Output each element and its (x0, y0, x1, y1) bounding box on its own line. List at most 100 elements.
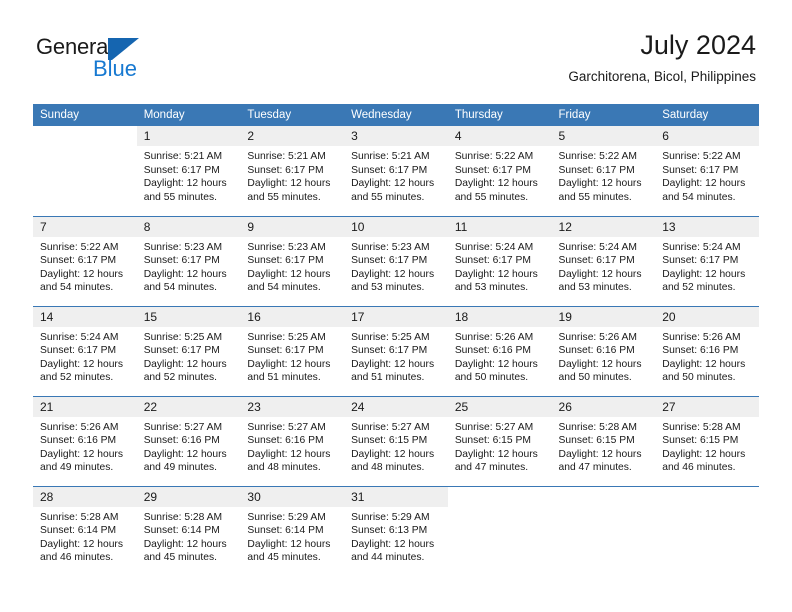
calendar-day-cell[interactable]: 11 Sunrise: 5:24 AM Sunset: 6:17 PM Dayligh… (447, 215, 552, 306)
calendar-cell-inner: 25 Sunrise: 5:27 AM Sunset: 6:15 PM Dayligh… (447, 396, 552, 486)
calendar-cell-inner: 16 Sunrise: 5:25 AM Sunset: 6:17 PM Dayligh… (240, 306, 345, 396)
calendar-cell-inner: 14 Sunrise: 5:24 AM Sunset: 6:17 PM Dayligh… (33, 306, 137, 396)
day-detail-sunrise: Sunrise: 5:27 AM (143, 421, 223, 433)
day-detail-sunrise: Sunrise: 5:21 AM (351, 151, 430, 162)
day-detail-sunrise: Sunrise: 5:23 AM (351, 241, 430, 253)
calendar-day-cell[interactable]: 15 Sunrise: 5:25 AM Sunset: 6:17 PM Dayligh… (136, 305, 241, 396)
day-details: Sunrise: 5:27 AM Sunset: 6:16 PM Daylight:… (240, 417, 344, 475)
day-detail-daylight2: and 53 minutes. (558, 282, 632, 294)
day-detail-daylight1: Daylight: 12 hours (247, 538, 331, 550)
day-detail-daylight2: and 49 minutes. (143, 462, 217, 474)
day-details: Sunrise: 5:22 AM Sunset: 6:17 PM Daylight:… (448, 146, 552, 204)
calendar-day-cell[interactable]: 20 Sunrise: 5:26 AM Sunset: 6:16 PM Dayligh… (655, 305, 759, 396)
day-detail-sunrise: Sunrise: 5:25 AM (143, 331, 223, 343)
calendar-day-cell[interactable]: 6 Sunrise: 5:22 AM Sunset: 6:17 PM Daylight… (655, 126, 759, 216)
calendar-day-cell[interactable]: 17 Sunrise: 5:25 AM Sunset: 6:17 PM Dayligh… (344, 305, 448, 396)
calendar-day-cell[interactable]: 21 Sunrise: 5:26 AM Sunset: 6:16 PM Dayligh… (33, 395, 137, 486)
calendar-page: General Blue July 2024 Garchitorena, Bic… (0, 0, 792, 612)
day-detail-daylight1: Daylight: 12 hours (143, 268, 227, 280)
calendar-day-cell[interactable]: 12 Sunrise: 5:24 AM Sunset: 6:17 PM Dayligh… (551, 215, 656, 306)
calendar-day-cell[interactable]: 10 Sunrise: 5:23 AM Sunset: 6:17 PM Dayligh… (344, 215, 448, 306)
day-detail-daylight2: and 53 minutes. (351, 282, 425, 294)
day-detail-sunset: Sunset: 6:17 PM (454, 164, 531, 176)
day-details: Sunrise: 5:24 AM Sunset: 6:17 PM Daylight:… (655, 237, 759, 295)
calendar-cell-inner: 18 Sunrise: 5:26 AM Sunset: 6:16 PM Dayligh… (447, 306, 552, 396)
calendar-day-cell[interactable]: 27 Sunrise: 5:28 AM Sunset: 6:15 PM Dayligh… (655, 395, 759, 486)
day-detail-daylight1: Daylight: 12 hours (662, 268, 746, 280)
calendar-day-cell[interactable]: 8 Sunrise: 5:23 AM Sunset: 6:17 PM Daylight… (136, 215, 241, 306)
day-number: 10 (344, 216, 448, 237)
day-detail-sunrise: Sunrise: 5:27 AM (247, 421, 326, 433)
day-detail-sunrise: Sunrise: 5:22 AM (662, 151, 741, 162)
calendar-cell-inner: 4 Sunrise: 5:22 AM Sunset: 6:17 PM Daylight… (447, 126, 552, 216)
day-number: 26 (551, 396, 656, 417)
day-detail-daylight2: and 45 minutes. (143, 552, 217, 564)
day-details: Sunrise: 5:23 AM Sunset: 6:17 PM Daylight:… (137, 237, 241, 295)
calendar-day-cell[interactable]: 5 Sunrise: 5:22 AM Sunset: 6:17 PM Daylight… (551, 126, 656, 216)
day-detail-daylight1: Daylight: 12 hours (143, 538, 227, 550)
day-detail-sunset: Sunset: 6:16 PM (40, 435, 117, 447)
calendar-cell-inner: 26 Sunrise: 5:28 AM Sunset: 6:15 PM Dayligh… (551, 396, 656, 486)
day-detail-sunrise: Sunrise: 5:28 AM (40, 511, 119, 523)
day-detail-daylight2: and 50 minutes. (662, 372, 736, 384)
day-number: 30 (240, 486, 345, 507)
day-detail-sunrise: Sunrise: 5:28 AM (558, 421, 637, 433)
calendar-cell-inner: 3 Sunrise: 5:21 AM Sunset: 6:17 PM Daylight… (344, 126, 448, 216)
day-number: 11 (447, 216, 552, 237)
day-detail-sunset: Sunset: 6:16 PM (143, 435, 220, 447)
calendar-day-cell[interactable]: 23 Sunrise: 5:27 AM Sunset: 6:16 PM Dayligh… (240, 395, 345, 486)
calendar-day-cell[interactable]: 24 Sunrise: 5:27 AM Sunset: 6:15 PM Dayligh… (344, 395, 448, 486)
day-details: Sunrise: 5:24 AM Sunset: 6:17 PM Daylight:… (448, 237, 552, 295)
page-subtitle: Garchitorena, Bicol, Philippines (568, 69, 756, 84)
calendar-day-cell[interactable]: 9 Sunrise: 5:23 AM Sunset: 6:17 PM Daylight… (240, 215, 345, 306)
day-detail-sunrise: Sunrise: 5:22 AM (40, 241, 119, 253)
calendar-day-cell[interactable]: 7 Sunrise: 5:22 AM Sunset: 6:17 PM Daylight… (33, 215, 137, 306)
calendar-day-cell[interactable]: 26 Sunrise: 5:28 AM Sunset: 6:15 PM Dayligh… (551, 395, 656, 486)
day-detail-sunrise: Sunrise: 5:24 AM (662, 241, 741, 253)
calendar-day-cell[interactable]: 22 Sunrise: 5:27 AM Sunset: 6:16 PM Dayligh… (136, 395, 241, 486)
general-blue-logo[interactable]: General Blue (36, 34, 166, 84)
calendar-cell-inner: 6 Sunrise: 5:22 AM Sunset: 6:17 PM Daylight… (655, 126, 759, 216)
page-header: General Blue July 2024 Garchitorena, Bic… (0, 0, 792, 103)
day-detail-sunrise: Sunrise: 5:26 AM (558, 331, 637, 343)
day-number: 23 (240, 396, 345, 417)
calendar-day-cell[interactable]: 19 Sunrise: 5:26 AM Sunset: 6:16 PM Dayligh… (551, 305, 656, 396)
calendar-day-cell[interactable]: 1 Sunrise: 5:21 AM Sunset: 6:17 PM Daylight… (136, 126, 241, 216)
day-detail-sunset: Sunset: 6:14 PM (247, 525, 324, 537)
day-details: Sunrise: 5:28 AM Sunset: 6:14 PM Daylight:… (33, 507, 137, 565)
day-details: Sunrise: 5:27 AM Sunset: 6:15 PM Daylight:… (344, 417, 448, 475)
calendar-table: Sunday Monday Tuesday Wednesday Thursday… (33, 104, 759, 576)
day-detail-sunset: Sunset: 6:16 PM (558, 345, 635, 357)
day-number: 13 (655, 216, 759, 237)
day-detail-sunset: Sunset: 6:17 PM (351, 255, 428, 267)
day-detail-daylight1: Daylight: 12 hours (247, 268, 331, 280)
day-number (448, 487, 552, 507)
day-detail-daylight2: and 47 minutes. (558, 462, 632, 474)
calendar-day-cell[interactable]: 29 Sunrise: 5:28 AM Sunset: 6:14 PM Dayligh… (136, 485, 241, 576)
calendar-cell-inner: 1 Sunrise: 5:21 AM Sunset: 6:17 PM Daylight… (136, 126, 241, 216)
calendar-cell-inner (448, 487, 552, 577)
day-number: 21 (33, 396, 137, 417)
day-details: Sunrise: 5:24 AM Sunset: 6:17 PM Daylight:… (33, 327, 137, 385)
day-number: 2 (240, 126, 345, 146)
day-number: 9 (240, 216, 345, 237)
calendar-day-cell[interactable]: 18 Sunrise: 5:26 AM Sunset: 6:16 PM Dayligh… (447, 305, 552, 396)
day-details: Sunrise: 5:28 AM Sunset: 6:14 PM Daylight:… (137, 507, 241, 565)
calendar-day-cell[interactable]: 16 Sunrise: 5:25 AM Sunset: 6:17 PM Dayligh… (240, 305, 345, 396)
day-details: Sunrise: 5:29 AM Sunset: 6:13 PM Daylight:… (344, 507, 448, 565)
day-number: 14 (33, 306, 137, 327)
calendar-day-cell[interactable]: 4 Sunrise: 5:22 AM Sunset: 6:17 PM Daylight… (447, 126, 552, 216)
day-detail-daylight1: Daylight: 12 hours (40, 268, 123, 280)
day-number: 25 (447, 396, 552, 417)
calendar-day-cell[interactable]: 25 Sunrise: 5:27 AM Sunset: 6:15 PM Dayligh… (447, 395, 552, 486)
calendar-day-cell[interactable]: 2 Sunrise: 5:21 AM Sunset: 6:17 PM Daylight… (240, 126, 345, 216)
calendar-cell-inner (33, 126, 137, 216)
calendar-day-cell[interactable]: 28 Sunrise: 5:28 AM Sunset: 6:14 PM Dayligh… (33, 485, 137, 576)
calendar-day-cell[interactable]: 31 Sunrise: 5:29 AM Sunset: 6:13 PM Dayligh… (344, 485, 448, 576)
day-detail-sunrise: Sunrise: 5:22 AM (454, 151, 534, 162)
calendar-day-cell[interactable]: 13 Sunrise: 5:24 AM Sunset: 6:17 PM Dayligh… (655, 215, 759, 306)
calendar-day-cell[interactable]: 14 Sunrise: 5:24 AM Sunset: 6:17 PM Dayligh… (33, 305, 137, 396)
day-detail-daylight1: Daylight: 12 hours (351, 178, 435, 190)
calendar-day-cell[interactable]: 30 Sunrise: 5:29 AM Sunset: 6:14 PM Dayligh… (240, 485, 345, 576)
calendar-day-cell[interactable]: 3 Sunrise: 5:21 AM Sunset: 6:17 PM Daylight… (344, 126, 448, 216)
